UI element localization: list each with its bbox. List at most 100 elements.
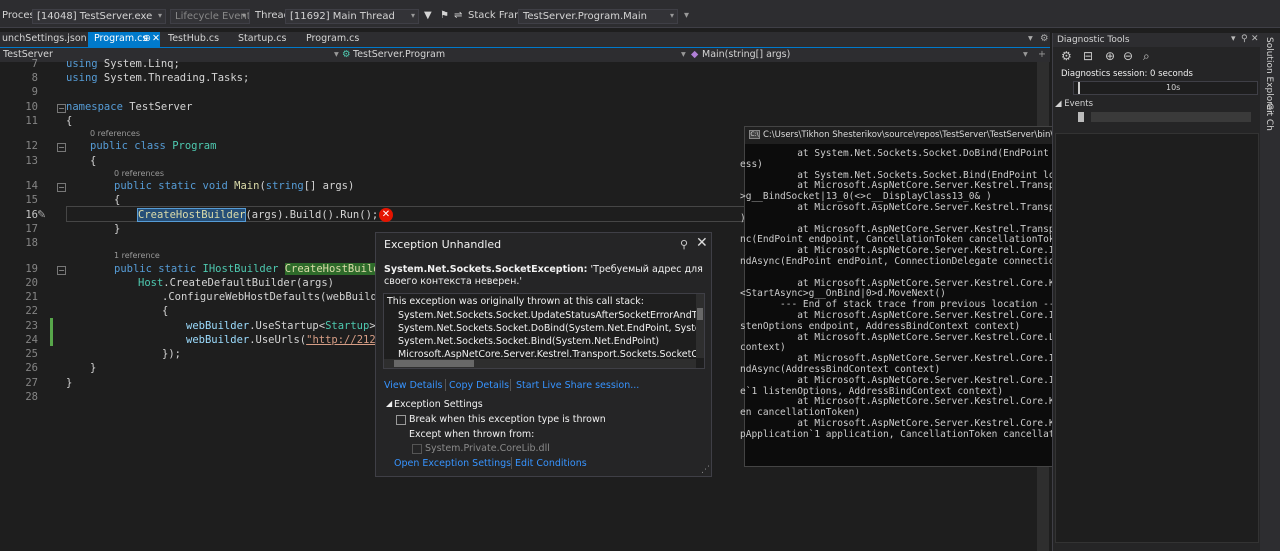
type-name: Host [138,277,164,289]
stack-frame[interactable]: System.Net.Sockets.Socket.UpdateStatusAf… [398,310,704,321]
fold-toggle[interactable]: − [57,183,66,192]
except-when-label: Except when thrown from: [409,429,535,440]
line-number: 20 [25,277,38,289]
keyword: public [90,140,128,152]
tab-program-active[interactable]: Program.cs ⊕ ✕ [88,32,160,47]
class-icon: ⚙ [342,49,351,60]
expand-triangle-icon[interactable]: ◢ [1055,99,1064,109]
stack-frame[interactable]: System.Net.Sockets.Socket.Bind(System.Ne… [398,336,659,347]
scrollbar-thumb[interactable] [394,360,474,367]
except-module-checkbox[interactable] [412,444,422,454]
tab-label: unchSettings.json [2,33,87,44]
fold-toggle[interactable]: − [57,104,66,113]
thread-dropdown[interactable]: [11692] Main Thread ▾ [285,9,419,24]
code-line: { [114,194,121,206]
lifecycle-events-dropdown[interactable]: Lifecycle Events ▾ [170,9,250,24]
timeline-ruler[interactable]: 10s [1073,81,1258,95]
code-text: [] args) [303,180,355,192]
flag-thread-icon[interactable]: ⚑ [440,10,449,21]
scrollbar-thumb[interactable] [697,308,703,320]
edit-pencil-icon[interactable]: ✎ [37,208,46,221]
line-number: 11 [25,115,38,127]
keyword: static [158,263,197,275]
edit-conditions-link[interactable]: Edit Conditions [515,458,587,469]
fold-toggle[interactable]: − [57,143,66,152]
string-literal[interactable]: "http://212. [306,334,382,346]
exception-error-icon[interactable]: ✕ [379,208,393,222]
copy-details-link[interactable]: Copy Details [449,380,509,391]
code-line: public static void Main(string[] args) [114,180,354,192]
horizontal-scrollbar[interactable] [384,359,696,368]
method-name-highlighted: CreateHostBuilde [284,263,386,275]
stack-frame[interactable]: System.Net.Sockets.Socket.DoBind(System.… [398,323,704,334]
fold-toggle[interactable]: − [57,266,66,275]
filter-icon[interactable]: ▼ [424,10,432,21]
exception-title: Exception Unhandled [384,238,502,251]
process-dropdown[interactable]: [14048] TestServer.exe ▾ [32,9,166,24]
stack-frame-dropdown[interactable]: TestServer.Program.Main ▾ [518,9,678,24]
line-number: 13 [25,155,38,167]
highlighted-call: CreateHostBuilder [136,208,247,222]
code-lens-references[interactable]: 0 references [114,169,164,178]
type-name: Program [172,140,217,152]
thread-value: [11692] Main Thread [290,11,395,22]
select-tools-icon[interactable]: ⊟ [1083,49,1093,63]
keyword: static [158,180,197,192]
show-threads-icon[interactable]: ⇌ [454,10,462,21]
tab-program[interactable]: Program.cs [300,32,365,47]
collapse-triangle-icon[interactable]: ◢ [386,399,392,408]
dropdown-icon[interactable]: ▾ [1231,34,1236,44]
member-dropdown[interactable]: Main(string[] args) [702,49,790,60]
zoom-out-icon[interactable]: ⊖ [1123,49,1133,63]
code-lens-references[interactable]: 1 reference [114,251,160,260]
events-section[interactable]: ◢ Events [1055,99,1093,109]
resize-grip-icon[interactable]: ⋰ [701,465,710,475]
exception-helper-popup[interactable]: Exception Unhandled ⚲ ✕ System.Net.Socke… [375,232,712,477]
line-number: 28 [25,391,38,403]
tab-startup[interactable]: Startup.cs [232,32,292,47]
git-changes-tab[interactable]: Git Ch [1264,103,1274,131]
chevron-down-icon: ▾ [669,11,674,20]
method-icon: ◆ [691,49,699,60]
tab-testhub[interactable]: TestHub.cs [162,32,225,47]
vertical-scrollbar[interactable] [696,294,704,358]
keyword: public [114,180,152,192]
keyword: using [66,72,98,84]
pin-icon[interactable]: ⚲ [680,238,688,251]
reset-zoom-icon[interactable]: ⌕ [1143,49,1150,64]
console-line: --- End of stack trace from previous loc… [740,299,1061,311]
line-number: 10 [25,101,38,113]
open-exception-settings-link[interactable]: Open Exception Settings [394,458,511,469]
diagnostics-content-area[interactable] [1055,133,1259,543]
close-icon[interactable]: ✕ [152,33,160,44]
chevron-down-icon: ▾ [241,11,246,20]
call-stack-box[interactable]: This exception was originally thrown at … [383,293,705,369]
overflow-icon[interactable]: ▾ [684,10,689,21]
parameter: webBuilder [186,334,250,346]
code-line: public static IHostBuilder CreateHostBui… [114,263,386,275]
code-text: TestServer [122,101,193,113]
line-number: 9 [31,86,38,98]
pin-icon[interactable]: ⊕ [143,33,151,44]
break-when-thrown-checkbox[interactable] [396,415,406,425]
line-number: 21 [25,291,38,303]
code-line: .ConfigureWebHostDefaults(webBuilde [162,291,384,303]
settings-gear-icon[interactable]: ⚙ [1061,49,1072,63]
add-icon[interactable]: + [1038,49,1046,60]
view-details-link[interactable]: View Details [384,380,443,391]
exception-message-text: 'Требуемый адрес для [587,264,703,275]
live-share-link[interactable]: Start Live Share session... [516,380,639,391]
tab-label: TestHub.cs [168,33,220,44]
class-dropdown[interactable]: TestServer.Program [353,49,445,60]
tab-launchsettings[interactable]: unchSettings.json [0,32,93,47]
chevron-down-icon: ▾ [410,11,415,20]
timeline-tick-label: 10s [1166,83,1181,92]
close-icon[interactable]: ✕ [1251,34,1259,44]
document-tab-bar: unchSettings.json Program.cs ⊕ ✕ TestHub… [0,32,1050,47]
console-line: at System.Net.Sockets.Socket.Bind(EndPoi… [740,169,1089,181]
close-icon[interactable]: ✕ [696,235,708,251]
console-line: stenOptions endpoint, AddressBindContext… [740,320,1021,332]
pin-icon[interactable]: ⚲ [1241,34,1248,44]
zoom-in-icon[interactable]: ⊕ [1105,49,1115,63]
code-lens-references[interactable]: 0 references [90,129,140,138]
